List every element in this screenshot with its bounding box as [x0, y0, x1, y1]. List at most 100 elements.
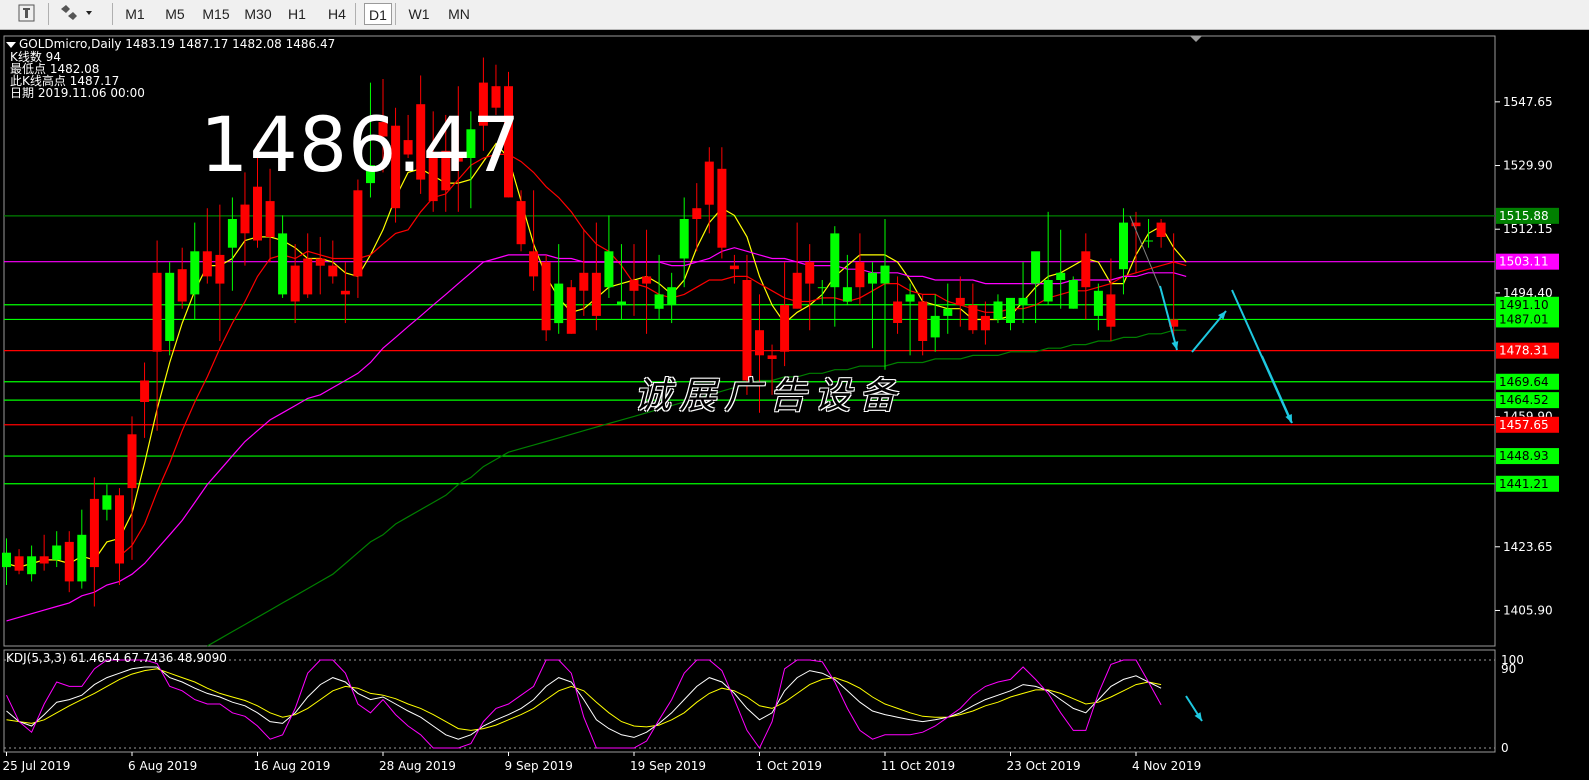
- toolbar-separator: [395, 3, 396, 25]
- candle-body: [993, 301, 1003, 320]
- candle-body: [604, 251, 614, 288]
- timeframe-m5[interactable]: M5: [160, 3, 190, 25]
- timeframe-h4[interactable]: H4: [322, 3, 352, 25]
- candle-body: [115, 495, 124, 564]
- level-price-label: 1464.52: [1499, 393, 1549, 407]
- toolbar-separator: [355, 3, 356, 25]
- candle-body: [591, 272, 601, 316]
- candle-body: [1106, 294, 1116, 327]
- toolbar-separator: [112, 3, 113, 25]
- date-axis-label: 4 Nov 2019: [1132, 759, 1201, 773]
- timeframe-mn[interactable]: MN: [442, 3, 476, 25]
- candle-body: [278, 233, 288, 295]
- candle-body: [566, 287, 576, 334]
- price-axis-label: 1547.65: [1503, 95, 1553, 109]
- moving-average-line: [6, 142, 1187, 568]
- candle-body: [541, 262, 551, 331]
- candle-body: [692, 208, 702, 219]
- date-axis-label: 28 Aug 2019: [379, 759, 456, 773]
- trend-line: [1129, 215, 1161, 289]
- candle-body: [1031, 251, 1041, 284]
- timeframe-h1[interactable]: H1: [282, 3, 312, 25]
- bar-date: 日期 2019.11.06 00:00: [10, 86, 145, 100]
- candle-body: [152, 272, 162, 352]
- date-axis-label: 6 Aug 2019: [128, 759, 197, 773]
- candle-body: [190, 251, 200, 295]
- candle-body: [855, 262, 865, 288]
- template-icon[interactable]: [14, 3, 40, 25]
- candle-body: [918, 301, 928, 341]
- projection-arrow-down: [1159, 285, 1178, 351]
- timeframe-m15[interactable]: M15: [198, 3, 234, 25]
- level-price-label: 1441.21: [1499, 477, 1549, 491]
- timeframe-m30[interactable]: M30: [240, 3, 276, 25]
- level-price-label: 1469.64: [1499, 375, 1549, 389]
- candle-body: [2, 552, 11, 568]
- timeframe-toolbar: M1 M5 M15 M30 H1 H4 D1 W1 MN: [0, 0, 1589, 30]
- price-axis-label: 1529.90: [1503, 159, 1553, 173]
- candle-body: [1068, 280, 1078, 309]
- candle-body: [202, 251, 212, 277]
- candle-body: [704, 161, 714, 205]
- candle-body: [215, 254, 225, 284]
- candle-body: [240, 204, 250, 234]
- timeframe-m1[interactable]: M1: [120, 3, 150, 25]
- candle-body: [1144, 240, 1153, 242]
- symbol-title: GOLDmicro,Daily 1483.19 1487.17 1482.08 …: [19, 37, 336, 51]
- candle-body: [767, 355, 777, 359]
- collapse-triangle-icon[interactable]: [6, 41, 16, 48]
- candle-body: [303, 258, 313, 295]
- candle-body: [554, 283, 564, 324]
- timeframe-w1[interactable]: W1: [402, 3, 436, 25]
- candle-body: [14, 556, 24, 571]
- candle-body: [353, 190, 363, 277]
- date-axis-label: 16 Aug 2019: [254, 759, 331, 773]
- candle-body: [667, 287, 677, 306]
- candle-body: [39, 556, 49, 564]
- level-price-label: 1491.10: [1499, 298, 1549, 312]
- candle-body: [780, 305, 790, 352]
- candle-body: [930, 315, 940, 338]
- tools-icon[interactable]: [56, 3, 100, 25]
- level-price-label: 1515.88: [1499, 209, 1549, 223]
- candle-body: [64, 541, 74, 582]
- candle-body: [52, 545, 62, 560]
- shift-marker-icon[interactable]: [1190, 36, 1202, 42]
- candle-body: [830, 233, 840, 288]
- price-axis-label: 1512.15: [1503, 222, 1553, 236]
- watermark-text: 诚展广告设备: [634, 374, 904, 417]
- candle-body: [290, 265, 300, 302]
- kdj-axis-label: 100: [1501, 653, 1524, 667]
- candle-body: [755, 330, 764, 356]
- candle-body: [980, 315, 990, 331]
- candle-body: [1006, 297, 1015, 323]
- kdj-j-line: [6, 659, 1162, 749]
- candle-body: [679, 219, 689, 259]
- date-axis-label: 19 Sep 2019: [630, 759, 706, 773]
- candle-body: [968, 305, 978, 331]
- candle-body: [905, 294, 915, 302]
- candle-body: [253, 186, 262, 241]
- candle-body: [642, 276, 652, 284]
- candle-body: [805, 262, 815, 284]
- kdj-axis-label: 0: [1501, 741, 1509, 755]
- candle-body: [1156, 222, 1166, 237]
- candle-body: [165, 272, 175, 341]
- candle-body: [89, 498, 99, 568]
- price-axis-label: 1423.65: [1503, 540, 1553, 554]
- date-axis-label: 1 Oct 2019: [756, 759, 823, 773]
- candle-body: [127, 434, 137, 489]
- candle-body: [27, 556, 37, 575]
- candle-body: [943, 308, 953, 316]
- candle-body: [177, 269, 187, 302]
- candle-body: [102, 495, 112, 510]
- timeframe-d1[interactable]: D1: [364, 3, 392, 25]
- candle-body: [1043, 280, 1053, 302]
- candle-body: [893, 301, 903, 323]
- candle-body: [529, 251, 539, 277]
- date-axis-label: 25 Jul 2019: [3, 759, 71, 773]
- candle-body: [792, 272, 802, 309]
- kdj-plot-frame: [3, 649, 1496, 753]
- candle-body: [817, 287, 827, 289]
- candle-body: [729, 265, 739, 270]
